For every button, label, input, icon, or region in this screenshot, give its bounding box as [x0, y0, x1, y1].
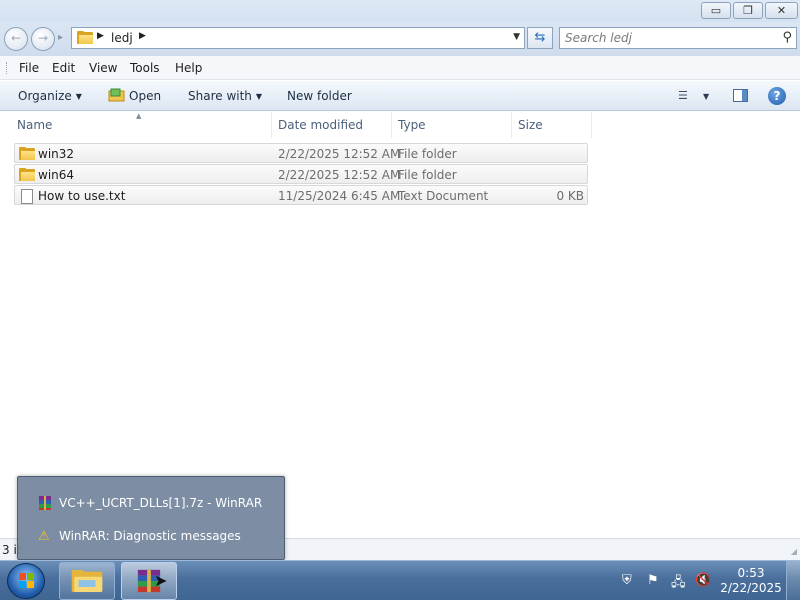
- file-size: 0 KB: [556, 189, 584, 203]
- list-item[interactable]: win64 2/22/2025 12:52 AM File folder: [14, 164, 588, 184]
- taskbar-popup: VC++_UCRT_DLLs[1].7z - WinRAR ⚠ WinRAR: …: [17, 476, 285, 560]
- breadcrumb-ledj[interactable]: ledj: [111, 31, 133, 45]
- volume-muted-icon[interactable]: 🔇: [695, 573, 711, 588]
- organize-button[interactable]: Organize ▼: [18, 89, 82, 103]
- popup-item-label: VC++_UCRT_DLLs[1].7z - WinRAR: [59, 496, 263, 510]
- search-box[interactable]: ⚲: [559, 27, 797, 49]
- share-with-label: Share with: [188, 89, 252, 103]
- refresh-icon: ⇆: [534, 30, 546, 45]
- minimize-button[interactable]: ▭: [701, 2, 731, 19]
- share-with-button[interactable]: Share with ▼: [188, 89, 262, 103]
- file-name: win32: [38, 147, 75, 161]
- clock-date: 2/22/2025: [720, 581, 782, 595]
- refresh-button[interactable]: ⇆: [527, 27, 553, 49]
- start-button[interactable]: [7, 563, 45, 599]
- file-date: 11/25/2024 6:45 AM: [278, 189, 401, 203]
- folder-icon: [77, 31, 93, 44]
- close-button[interactable]: ✕: [765, 2, 798, 19]
- restore-icon: ❐: [743, 4, 753, 17]
- address-row: ← → ▸ ▶ ledj ▶ ▼ ⇆ ⚲: [0, 22, 800, 56]
- mouse-cursor-icon: ➤: [154, 571, 168, 590]
- taskbar-winrar-button[interactable]: ➤: [121, 562, 177, 600]
- menu-tools[interactable]: Tools: [130, 61, 160, 75]
- command-bar: Organize ▼ Open Share with ▼ New folder ☰ …: [0, 81, 800, 111]
- system-clock[interactable]: 0:53 2/22/2025: [712, 566, 790, 596]
- chevron-down-icon: ▼: [75, 92, 82, 101]
- preview-pane-icon[interactable]: [733, 89, 748, 102]
- column-size[interactable]: Size: [512, 112, 592, 138]
- file-date: 2/22/2025 12:52 AM: [278, 147, 401, 161]
- help-icon[interactable]: ?: [768, 87, 786, 105]
- restore-button[interactable]: ❐: [733, 2, 763, 19]
- winrar-icon: [39, 496, 51, 510]
- column-date-modified[interactable]: Date modified: [272, 112, 392, 138]
- chevron-down-icon: ▼: [255, 92, 263, 101]
- view-dropdown-icon[interactable]: ▼: [703, 92, 709, 101]
- file-name: How to use.txt: [38, 189, 126, 203]
- recent-pages-icon[interactable]: ▸: [58, 32, 63, 43]
- folder-icon: [19, 168, 35, 181]
- change-view-icon[interactable]: ☰: [678, 89, 688, 102]
- search-input[interactable]: [565, 29, 765, 47]
- resize-grip-icon[interactable]: ◢: [791, 547, 797, 556]
- menu-help[interactable]: Help: [175, 61, 202, 75]
- title-bar: ▭ ❐ ✕: [0, 0, 800, 22]
- clock-time: 0:53: [737, 566, 765, 580]
- back-arrow-icon: ←: [10, 31, 22, 45]
- breadcrumb-separator-icon[interactable]: ▶: [139, 31, 146, 41]
- forward-arrow-icon: →: [37, 31, 49, 45]
- file-type: Text Document: [398, 189, 489, 203]
- search-icon[interactable]: ⚲: [782, 30, 792, 45]
- windows-logo-icon: [19, 573, 35, 589]
- address-dropdown-icon[interactable]: ▼: [513, 32, 520, 42]
- organize-label: Organize: [18, 89, 72, 103]
- column-headers: ▲ Name Date modified Type Size: [0, 112, 800, 138]
- open-icon: [108, 88, 125, 102]
- menu-bar: File Edit View Tools Help: [0, 56, 800, 80]
- address-bar[interactable]: ▶ ledj ▶ ▼: [71, 27, 525, 49]
- back-button[interactable]: ←: [4, 27, 28, 51]
- menu-grip: [6, 62, 9, 74]
- network-icon[interactable]: 🖧: [671, 573, 686, 595]
- file-name: win64: [38, 168, 75, 182]
- explorer-folder-icon: [71, 569, 103, 593]
- menu-edit[interactable]: Edit: [52, 61, 75, 75]
- minimize-icon: ▭: [710, 4, 722, 17]
- column-type[interactable]: Type: [392, 112, 512, 138]
- text-file-icon: [19, 189, 35, 204]
- popup-item-label: WinRAR: Diagnostic messages: [59, 529, 241, 543]
- close-icon: ✕: [776, 4, 787, 17]
- column-name[interactable]: Name: [11, 112, 272, 138]
- action-center-flag-icon[interactable]: ⚑: [647, 573, 659, 588]
- list-item[interactable]: win32 2/22/2025 12:52 AM File folder: [14, 143, 588, 163]
- menu-file[interactable]: File: [19, 61, 39, 75]
- open-button[interactable]: Open: [129, 89, 161, 103]
- forward-button[interactable]: →: [31, 27, 55, 51]
- taskbar: ➤ ⛨ ⚑ 🖧 🔇 0:53 2/22/2025: [0, 560, 800, 600]
- menu-view[interactable]: View: [89, 61, 117, 75]
- show-desktop-button[interactable]: [786, 561, 800, 600]
- security-shield-icon[interactable]: ⛨: [622, 573, 632, 588]
- list-item[interactable]: How to use.txt 11/25/2024 6:45 AM Text D…: [14, 185, 588, 205]
- file-date: 2/22/2025 12:52 AM: [278, 168, 401, 182]
- breadcrumb-separator-icon[interactable]: ▶: [97, 31, 104, 41]
- file-type: File folder: [398, 168, 457, 182]
- warning-icon: ⚠: [38, 529, 50, 544]
- taskbar-explorer-button[interactable]: [59, 562, 115, 600]
- folder-icon: [19, 147, 35, 160]
- new-folder-button[interactable]: New folder: [287, 89, 352, 103]
- file-type: File folder: [398, 147, 457, 161]
